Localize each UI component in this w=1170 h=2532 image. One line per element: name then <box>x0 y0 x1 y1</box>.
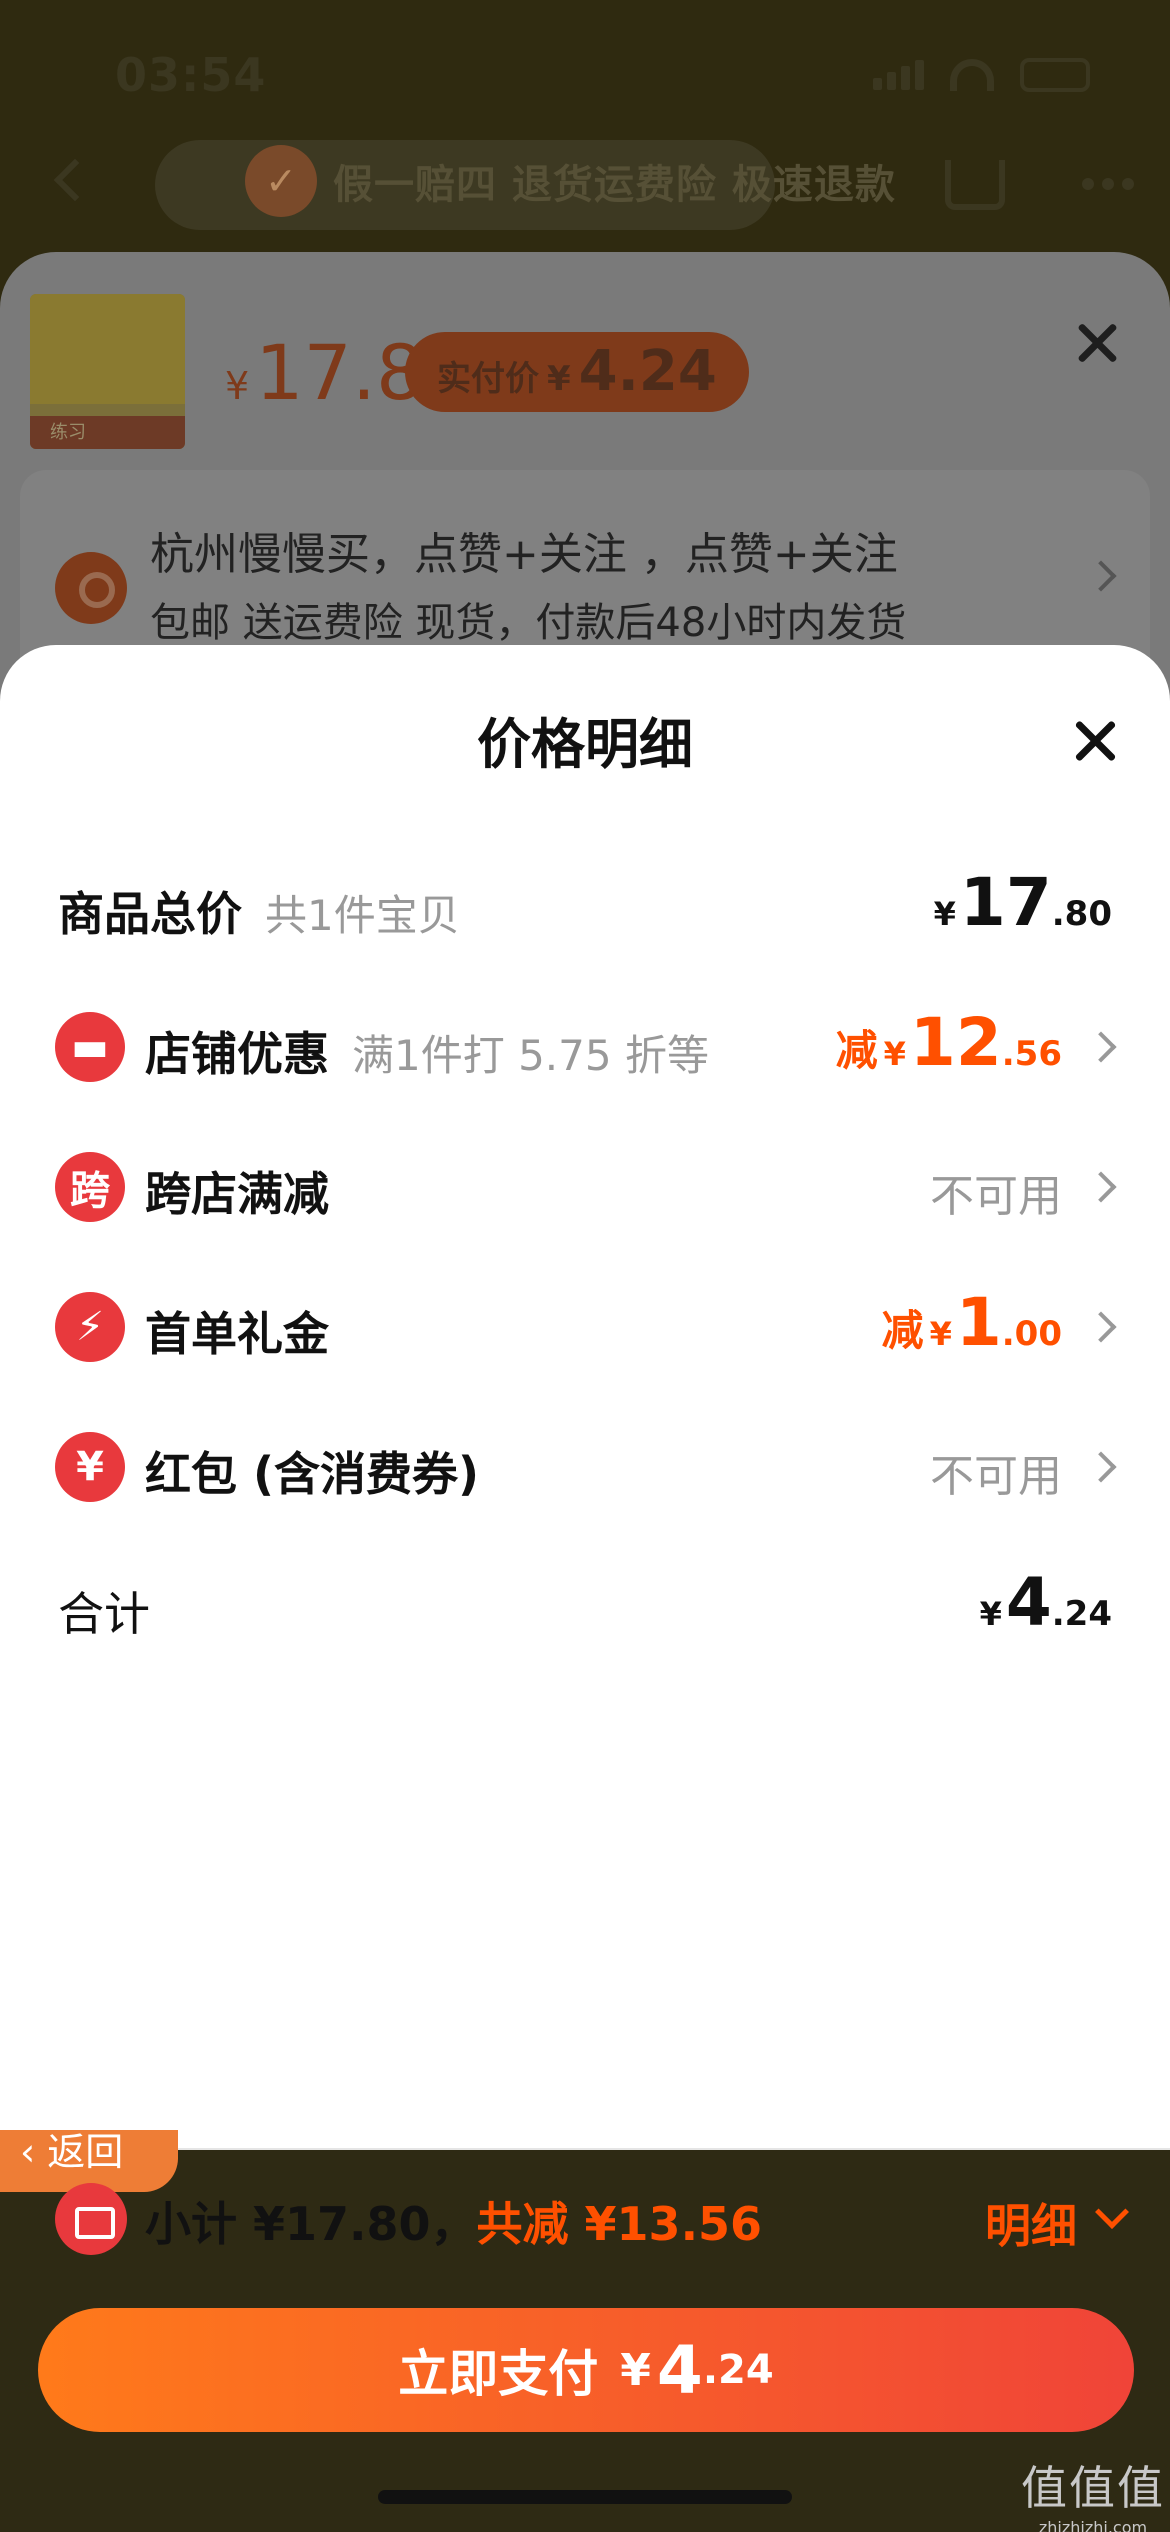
store-icon: ▬ <box>55 1012 125 1082</box>
row-total-price: 商品总价 共1件宝贝 ¥17.80 <box>0 852 1170 962</box>
watermark: 值值值 zhizhizhi.com <box>1021 2461 1165 2532</box>
subtotal-summary: 小计 ¥17.80，共减 ¥13.56 <box>145 2188 762 2254</box>
pay-amount-int: 4 <box>656 2331 703 2409</box>
status-time: 03:54 <box>115 48 267 102</box>
promo-banner: ✓ 假一赔四 退货运费险 极速退款 <box>245 136 896 226</box>
row-label: 首单礼金 <box>145 1307 329 1361</box>
shield-icon: ✓ <box>245 145 317 217</box>
chevron-right-icon <box>1085 1451 1117 1483</box>
red-packet-icon: ¥ <box>55 1432 125 1502</box>
sku-close-icon <box>1072 318 1122 368</box>
row-first-order-gift[interactable]: ⚡ 首单礼金 减 ¥1.00 <box>0 1272 1170 1382</box>
pay-currency: ¥ <box>620 2344 651 2396</box>
cross-store-icon: 跨 <box>55 1152 125 1222</box>
row-grand-total: 合计 ¥4.24 <box>0 1552 1170 1662</box>
row-value: 减 ¥12.56 <box>835 1004 1062 1081</box>
row-cross-store[interactable]: 跨 跨店满减 不可用 <box>0 1132 1170 1242</box>
chevron-right-icon <box>1085 1031 1117 1063</box>
row-label: 合计 <box>58 1587 150 1641</box>
pay-amount-dec: .24 <box>702 2347 774 2393</box>
subtotal-text: 小计 ¥17.80， <box>145 2197 477 2251</box>
sheet-title: 价格明细 <box>477 713 693 776</box>
lightning-icon: ⚡ <box>55 1292 125 1362</box>
more-icon <box>1082 178 1134 190</box>
home-indicator <box>378 2490 792 2504</box>
promo-text: 假一赔四 退货运费险 极速退款 <box>333 162 896 208</box>
status-icons <box>873 58 1090 92</box>
cart-icon <box>945 160 1005 210</box>
row-value: ¥4.24 <box>979 1564 1112 1641</box>
chevron-right-icon <box>1085 1171 1117 1203</box>
product-thumbnail: 练习 <box>30 294 185 449</box>
actual-price-badge: 实付价 ¥4.24 <box>405 332 749 412</box>
row-sub: 满1件打 5.75 折等 <box>352 1031 709 1080</box>
wifi-icon <box>950 59 994 91</box>
signal-icon <box>873 60 924 90</box>
row-label: 跨店满减 <box>145 1167 329 1221</box>
row-label: 商品总价 <box>58 887 242 941</box>
battery-icon <box>1020 58 1090 92</box>
pay-label: 立即支付 <box>398 2345 599 2403</box>
row-label: 红包 (含消费券) <box>145 1447 480 1501</box>
product-price: ¥17.8 <box>225 328 425 417</box>
row-label: 店铺优惠 <box>145 1027 329 1081</box>
pay-now-button[interactable]: 立即支付 ¥4.24 <box>38 2308 1134 2432</box>
address-line2: 包邮 送运费险 现货，付款后48小时内发货 <box>150 600 907 646</box>
detail-toggle-button[interactable]: 明细 <box>985 2190 1077 2256</box>
row-status: 不可用 <box>930 1451 1062 1502</box>
row-status: 不可用 <box>930 1171 1062 1222</box>
address-line1: 杭州慢慢买，点赞+关注 ，点赞+关注 <box>150 529 898 580</box>
row-value: 减 ¥1.00 <box>881 1284 1062 1361</box>
chevron-down-icon[interactable] <box>1095 2195 1129 2229</box>
chevron-right-icon <box>1085 1311 1117 1343</box>
row-sub: 共1件宝贝 <box>265 891 460 940</box>
row-store-discount[interactable]: ▬ 店铺优惠 满1件打 5.75 折等 减 ¥12.56 <box>0 992 1170 1102</box>
row-value: ¥17.80 <box>933 864 1112 941</box>
row-red-packet[interactable]: ¥ 红包 (含消费券) 不可用 <box>0 1412 1170 1522</box>
location-icon <box>55 552 127 624</box>
discount-text: 共减 ¥13.56 <box>476 2197 763 2251</box>
coupon-icon <box>55 2183 127 2255</box>
close-icon[interactable] <box>1070 715 1122 767</box>
